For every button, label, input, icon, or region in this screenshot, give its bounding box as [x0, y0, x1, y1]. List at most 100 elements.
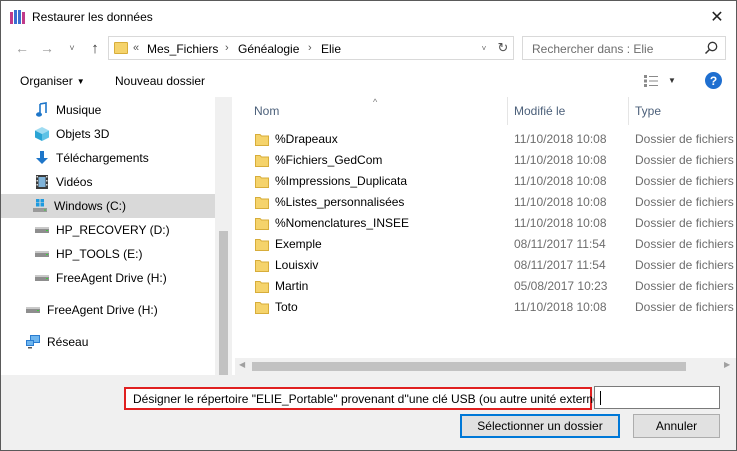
view-dropdown-button[interactable]: ▼ [668, 76, 676, 85]
address-bar[interactable]: « Mes_Fichiers › Généalogie › Elie ˅ ↻ [108, 36, 514, 60]
file-modified: 11/10/2018 10:08 [514, 195, 607, 209]
navigation-pane-scroll-thumb[interactable] [219, 231, 228, 375]
file-name: %Fichiers_GedCom [275, 153, 383, 167]
search-input[interactable]: Rechercher dans : Elie [522, 36, 726, 60]
windows-drive-icon [32, 198, 48, 214]
file-row[interactable]: %Fichiers_GedCom 11/10/2018 10:08 Dossie… [235, 150, 736, 171]
view-options-icon[interactable] [644, 75, 658, 87]
arrow-up-icon: ↑ [91, 39, 99, 57]
file-name: %Drapeaux [275, 132, 338, 146]
scroll-right-icon[interactable]: ▶ [724, 360, 730, 369]
file-type: Dossier de fichiers [635, 132, 734, 146]
column-header-modified[interactable]: Modifié le [514, 97, 565, 125]
download-icon [34, 150, 50, 166]
file-type: Dossier de fichiers [635, 258, 734, 272]
sidebar-item-freeagent-h-root[interactable]: FreeAgent Drive (H:) [25, 298, 215, 322]
file-type: Dossier de fichiers [635, 279, 734, 293]
file-row[interactable]: %Drapeaux 11/10/2018 10:08 Dossier de fi… [235, 129, 736, 150]
folder-name-input[interactable] [594, 386, 720, 409]
column-header-name[interactable]: Nom [254, 97, 279, 125]
up-button[interactable]: ↑ [86, 38, 104, 58]
folder-icon [255, 302, 269, 314]
address-dropdown-button[interactable]: ˅ [477, 40, 491, 56]
dialog-window: Restaurer les données ✕ ← → ˅ ↑ « Mes_Fi… [0, 0, 737, 451]
sidebar-item-freeagent-h[interactable]: FreeAgent Drive (H:) [34, 266, 215, 290]
folder-icon [255, 176, 269, 188]
file-type: Dossier de fichiers [635, 237, 734, 251]
file-name: Exemple [275, 237, 322, 251]
breadcrumb-item[interactable]: Mes_Fichiers [147, 42, 218, 56]
title-bar: Restaurer les données ✕ [1, 1, 736, 32]
file-name: Toto [275, 300, 298, 314]
recent-locations-button[interactable]: ˅ [63, 38, 81, 58]
forward-button[interactable]: → [38, 38, 56, 58]
help-icon[interactable]: ? [705, 72, 722, 89]
file-row[interactable]: Louisxiv 08/11/2017 11:54 Dossier de fic… [235, 255, 736, 276]
close-button[interactable]: ✕ [698, 1, 736, 32]
folder-icon [255, 260, 269, 272]
file-list: ^ Nom Modifié le Type %Drapeaux 11/10/20… [235, 97, 736, 375]
sidebar-item-label: Windows (C:) [54, 199, 127, 213]
file-row[interactable]: %Listes_personnalisées 11/10/2018 10:08 … [235, 192, 736, 213]
folder-icon [255, 239, 269, 251]
refresh-button[interactable]: ↻ [495, 39, 511, 57]
breadcrumb-separator[interactable]: › [308, 42, 312, 54]
sidebar-item-label: FreeAgent Drive (H:) [56, 271, 167, 285]
sidebar-item-videos[interactable]: Vidéos [34, 170, 215, 194]
sidebar-item-hp-tools[interactable]: HP_TOOLS (E:) [34, 242, 215, 266]
navigation-pane: Musique Objets 3D Téléchargements Vidéos… [1, 97, 232, 375]
file-type: Dossier de fichiers [635, 153, 734, 167]
organize-label: Organiser [20, 74, 73, 88]
select-folder-button[interactable]: Sélectionner un dossier [460, 414, 620, 438]
breadcrumb-item[interactable]: Généalogie [238, 42, 299, 56]
folder-icon [255, 134, 269, 146]
breadcrumb-overflow[interactable]: « [133, 42, 139, 54]
file-modified: 11/10/2018 10:08 [514, 132, 607, 146]
file-modified: 08/11/2017 11:54 [514, 237, 606, 251]
chevron-down-icon: ˅ [481, 43, 487, 53]
column-header-type[interactable]: Type [635, 97, 661, 125]
file-modified: 11/10/2018 10:08 [514, 174, 607, 188]
navigation-bar: ← → ˅ ↑ « Mes_Fichiers › Généalogie › El… [1, 32, 736, 64]
sidebar-item-label: FreeAgent Drive (H:) [47, 303, 158, 317]
organize-menu[interactable]: Organiser ▼ [20, 74, 85, 88]
folder-icon [255, 281, 269, 293]
sidebar-item-telechargements[interactable]: Téléchargements [34, 146, 215, 170]
sidebar-item-label: Téléchargements [56, 151, 149, 165]
breadcrumb-separator[interactable]: › [225, 42, 229, 54]
back-button[interactable]: ← [13, 38, 31, 58]
column-divider[interactable] [507, 97, 508, 125]
sidebar-item-musique[interactable]: Musique [34, 98, 215, 122]
chevron-down-icon: ˅ [69, 43, 75, 53]
column-divider[interactable] [628, 97, 629, 125]
breadcrumb-item[interactable]: Elie [321, 42, 341, 56]
sidebar-item-label: Vidéos [56, 175, 93, 189]
close-icon: ✕ [710, 8, 724, 26]
search-icon[interactable] [703, 40, 719, 56]
sidebar-item-windows-c[interactable]: Windows (C:) [1, 194, 215, 218]
horizontal-scroll-thumb[interactable] [252, 362, 686, 371]
scroll-left-icon[interactable]: ◀ [239, 360, 245, 369]
file-row[interactable]: Exemple 08/11/2017 11:54 Dossier de fich… [235, 234, 736, 255]
new-folder-button[interactable]: Nouveau dossier [115, 74, 205, 88]
music-icon [34, 102, 50, 118]
sidebar-item-objets-3d[interactable]: Objets 3D [34, 122, 215, 146]
sidebar-item-hp-recovery[interactable]: HP_RECOVERY (D:) [34, 218, 215, 242]
sidebar-item-reseau[interactable]: Réseau [25, 330, 215, 354]
folder-icon [114, 42, 128, 54]
file-row[interactable]: %Nomenclatures_INSEE 11/10/2018 10:08 Do… [235, 213, 736, 234]
file-modified: 08/11/2017 11:54 [514, 258, 606, 272]
sidebar-item-label: HP_TOOLS (E:) [56, 247, 143, 261]
file-row[interactable]: Martin 05/08/2017 10:23 Dossier de fichi… [235, 276, 736, 297]
file-row[interactable]: %Impressions_Duplicata 11/10/2018 10:08 … [235, 171, 736, 192]
file-row[interactable]: Toto 11/10/2018 10:08 Dossier de fichier… [235, 297, 736, 318]
drive-icon [25, 302, 41, 318]
drive-icon [34, 222, 50, 238]
arrow-left-icon: ← [15, 40, 29, 56]
file-name: %Listes_personnalisées [275, 195, 405, 209]
caret-down-icon: ▼ [76, 77, 85, 86]
cancel-button[interactable]: Annuler [633, 414, 720, 438]
folder-icon [255, 155, 269, 167]
file-type: Dossier de fichiers [635, 174, 734, 188]
arrow-right-icon: → [40, 40, 54, 56]
